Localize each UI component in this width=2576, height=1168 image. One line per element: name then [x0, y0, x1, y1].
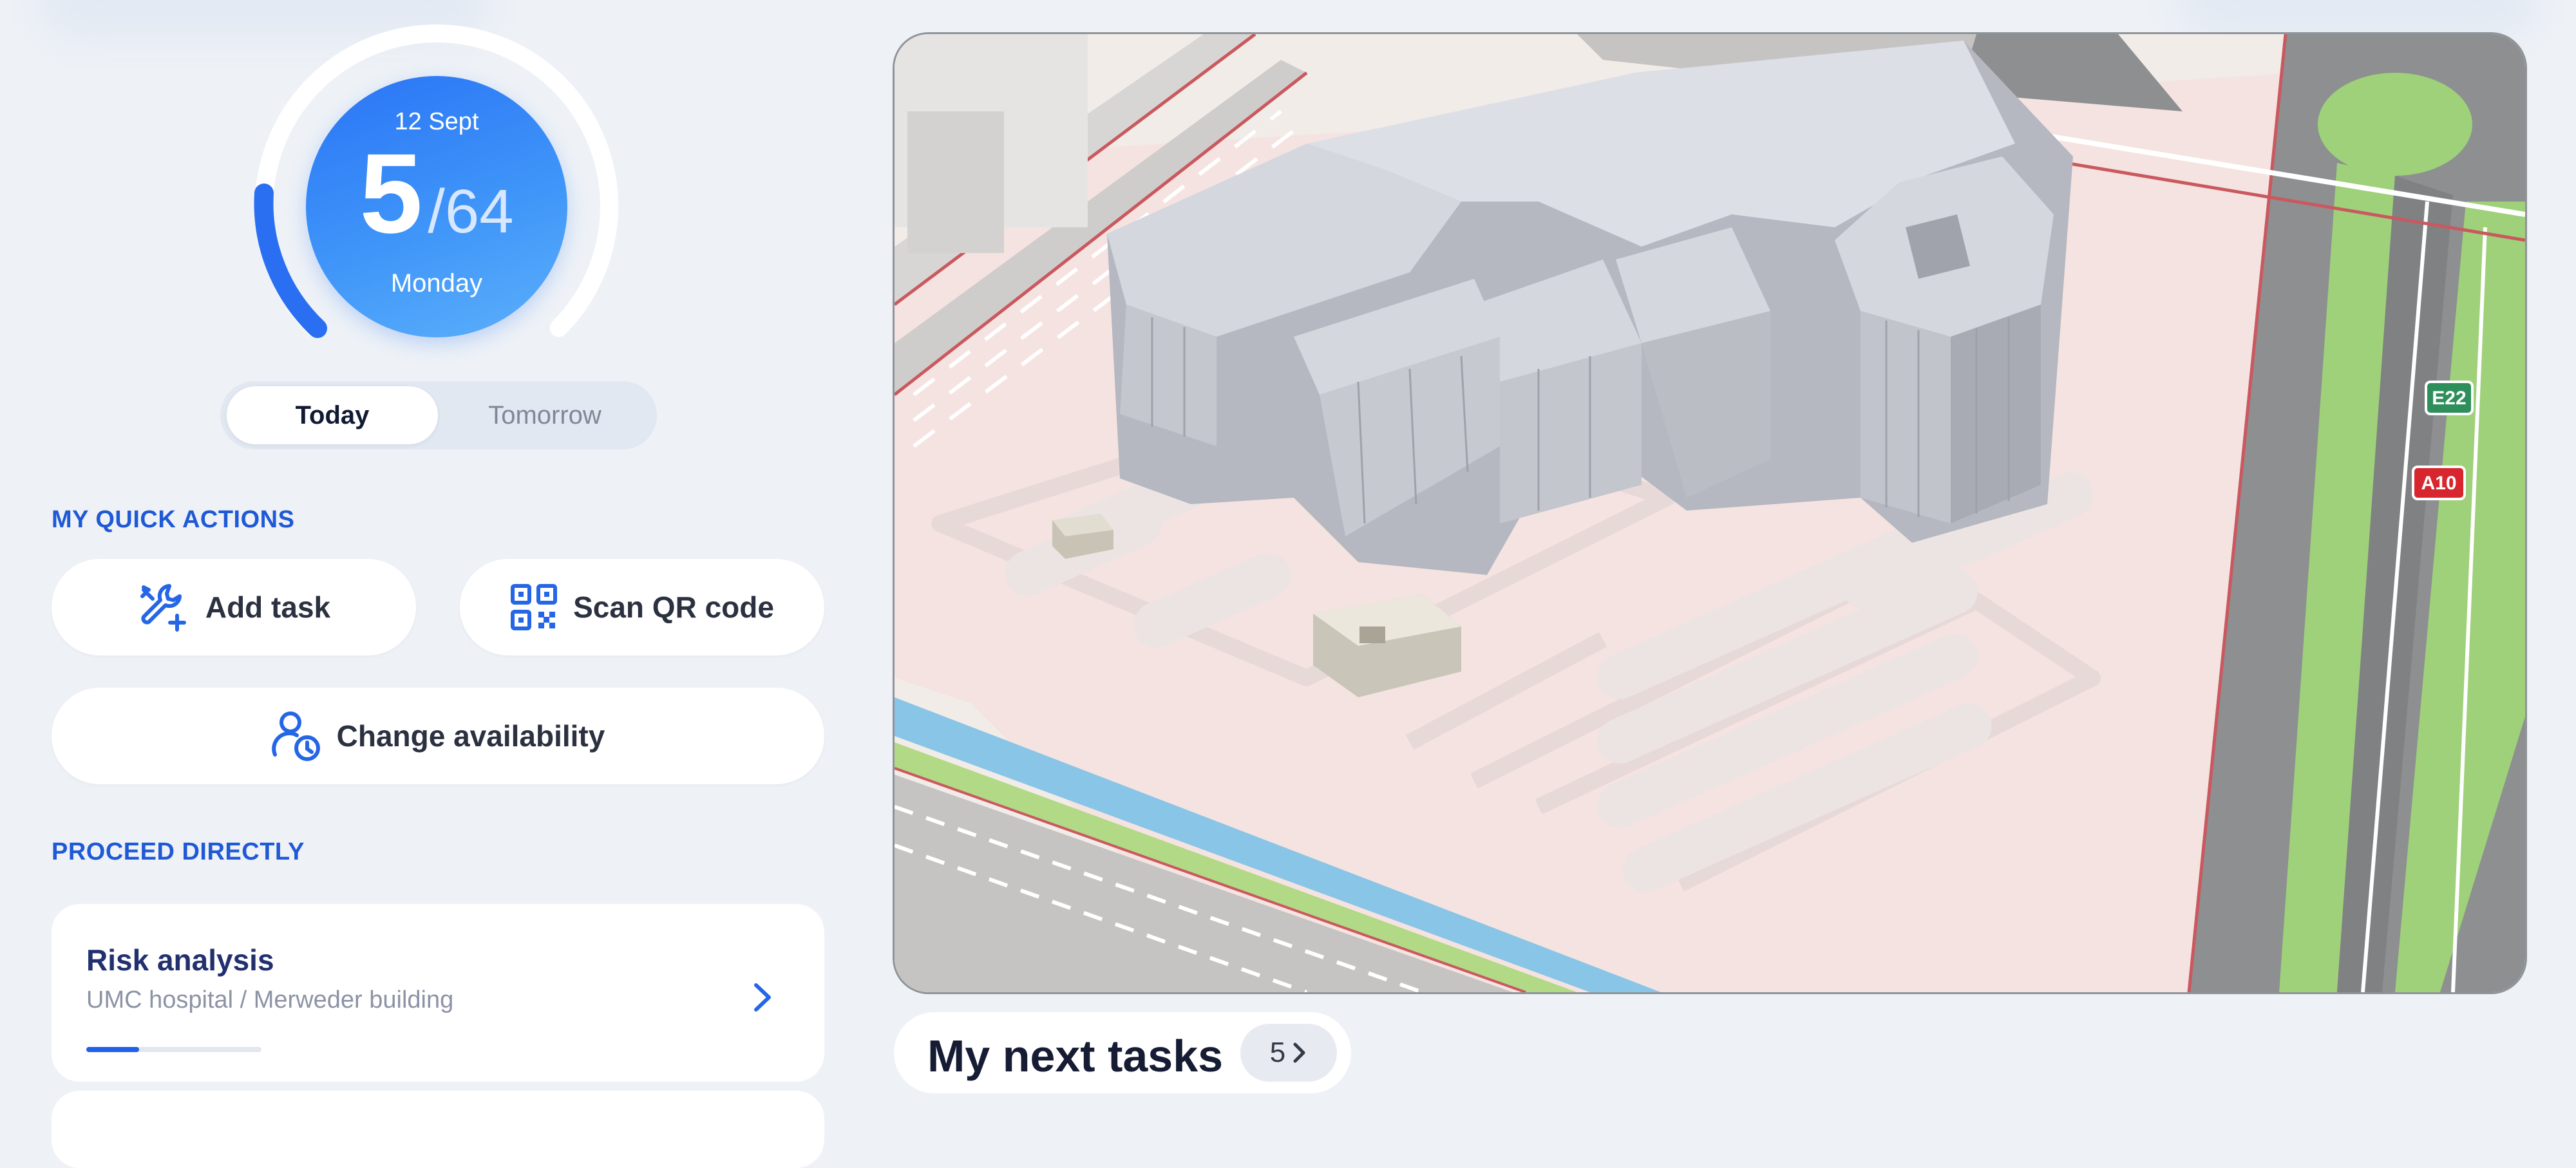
- day-toggle: Today Tomorrow: [220, 381, 657, 449]
- day-counter: 12 Sept 5/64 Monday: [306, 76, 567, 337]
- qr-code-icon: [511, 584, 558, 630]
- date-label: 12 Sept: [394, 108, 479, 135]
- quick-actions-heading: MY QUICK ACTIONS: [52, 506, 295, 533]
- current-count: 5: [359, 131, 423, 257]
- next-tasks-header: My next tasks 5: [894, 1012, 1351, 1093]
- road-badge-a10-text: A10: [2421, 473, 2456, 494]
- add-task-label: Add task: [205, 590, 331, 624]
- card-progress-bar: [86, 1047, 261, 1052]
- risk-analysis-card[interactable]: Risk analysis UMC hospital / Merweder bu…: [52, 904, 824, 1082]
- next-tasks-count: 5: [1269, 1037, 1286, 1068]
- total-count: 64: [444, 177, 514, 246]
- add-task-button[interactable]: Add task: [52, 559, 416, 655]
- scan-qr-button[interactable]: Scan QR code: [460, 559, 824, 655]
- road-badge-a10: A10: [2412, 466, 2466, 500]
- site-map[interactable]: E22 A10: [893, 32, 2527, 994]
- user-clock-icon: [271, 711, 320, 761]
- change-availability-label: Change availability: [336, 719, 605, 753]
- chevron-right-icon: [754, 983, 771, 1012]
- task-counter: 5/64: [306, 137, 567, 250]
- toggle-today[interactable]: Today: [227, 386, 438, 444]
- road-badge-e22: E22: [2425, 381, 2474, 415]
- proceed-directly-heading: PROCEED DIRECTLY: [52, 838, 305, 865]
- chevron-right-icon: [1293, 1042, 1305, 1063]
- toggle-tomorrow[interactable]: Tomorrow: [439, 386, 650, 444]
- change-availability-button[interactable]: Change availability: [52, 688, 824, 784]
- wrench-add-icon: [140, 584, 186, 632]
- road-badge-e22-text: E22: [2432, 388, 2466, 409]
- card-title: Risk analysis: [86, 943, 274, 977]
- card-subtitle: UMC hospital / Merweder building: [86, 986, 454, 1013]
- next-tasks-title: My next tasks: [927, 1031, 1224, 1081]
- next-proceed-card[interactable]: [52, 1091, 824, 1168]
- weekday-label: Monday: [390, 269, 483, 297]
- card-progress-fill: [86, 1047, 139, 1052]
- count-separator: /: [428, 177, 445, 246]
- scan-qr-label: Scan QR code: [573, 590, 774, 624]
- next-tasks-count-button[interactable]: 5: [1240, 1024, 1337, 1082]
- map-canvas: E22 A10: [895, 34, 2525, 992]
